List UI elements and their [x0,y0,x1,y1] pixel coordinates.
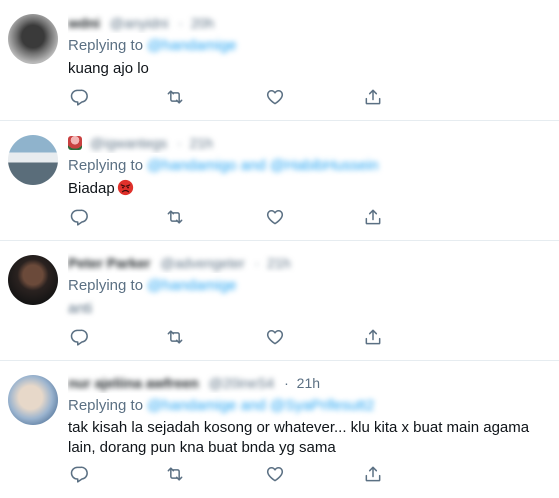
tweet-text: anti [68,300,93,317]
display-name[interactable]: Peter Parker [68,253,151,273]
separator-dot: · [178,15,183,31]
timestamp[interactable]: 21h [190,133,213,153]
tweet-text: kuang ajo lo [68,60,149,77]
mention-link[interactable]: @handamige [147,276,236,296]
tweet[interactable]: nur ajeliina awfreen @20ineS4 · 21h Repl… [0,361,559,498]
retweet-icon[interactable] [164,206,186,228]
separator-dot: · [284,375,289,391]
reply-icon[interactable] [68,206,90,228]
replying-to: Replying to @handamige and @SyaPrifesutt2 [68,396,555,416]
separator-dot: · [177,135,182,151]
tweet-text-content: Biadap [68,180,115,197]
tweet[interactable]: wdni @anyidni · 20h Replying to @handamig… [0,0,559,121]
tweet-actions [68,463,388,485]
mention-link[interactable]: @handamigo and @HabibHussein [147,156,378,176]
share-icon[interactable] [362,206,384,228]
user-handle[interactable]: @20ineS4 [209,373,275,393]
replying-to: Replying to @handamigo and @HabibHussein [68,156,555,176]
reply-icon[interactable] [68,463,90,485]
tweet-text: tak kisah la sejadah kosong or whatever.… [68,419,530,456]
tweet-header: Peter Parker @advengeter · 21h [68,253,555,273]
angry-face-emoji-icon [117,179,133,196]
share-icon[interactable] [362,326,384,348]
separator-dot: · [254,255,260,271]
tweet-actions [68,206,388,228]
replying-to-label: Replying to [68,157,144,174]
timestamp[interactable]: 21h [297,373,320,393]
share-icon[interactable] [362,463,384,485]
avatar[interactable] [8,14,58,64]
display-name[interactable]: nur ajeliina awfreen [68,373,199,393]
replying-to: Replying to @handamige [68,36,555,56]
tweet[interactable]: @igwantegs · 21h Replying to @handamigo a… [0,121,559,241]
user-handle[interactable]: @anyidni [110,13,169,33]
timestamp[interactable]: 21h [267,253,290,273]
retweet-icon[interactable] [164,86,186,108]
tweet-actions [68,86,388,108]
like-icon[interactable] [264,206,286,228]
replying-to: Replying to @handamige [68,276,555,296]
avatar[interactable] [8,255,58,305]
avatar[interactable] [8,135,58,185]
tweet-header: @igwantegs · 21h [68,133,555,153]
mention-link[interactable]: @handamige and @SyaPrifesutt2 [147,396,374,416]
tweet[interactable]: Peter Parker @advengeter · 21h Replying … [0,241,559,361]
reply-icon[interactable] [68,326,90,348]
tweet-replies-feed: wdni @anyidni · 20h Replying to @handamig… [0,0,559,498]
reply-icon[interactable] [68,86,90,108]
timestamp[interactable]: 20h [191,13,214,33]
retweet-icon[interactable] [164,326,186,348]
retweet-icon[interactable] [164,463,186,485]
share-icon[interactable] [362,86,384,108]
replying-to-label: Replying to [68,37,144,54]
user-handle[interactable]: @igwantegs [90,133,167,153]
tweet-header: nur ajeliina awfreen @20ineS4 · 21h [68,373,555,393]
like-icon[interactable] [264,86,286,108]
tweet-text: Biadap [68,179,555,199]
like-icon[interactable] [264,463,286,485]
avatar[interactable] [8,375,58,425]
replying-to-label: Replying to [68,397,144,414]
replying-to-label: Replying to [68,277,144,294]
display-name-emoji[interactable] [68,133,82,153]
tweet-header: wdni @anyidni · 20h [68,13,555,33]
display-name[interactable]: wdni [68,13,100,33]
user-handle[interactable]: @advengeter [160,253,244,273]
mention-link[interactable]: @handamige [147,36,236,56]
like-icon[interactable] [264,326,286,348]
tweet-actions [68,326,388,348]
